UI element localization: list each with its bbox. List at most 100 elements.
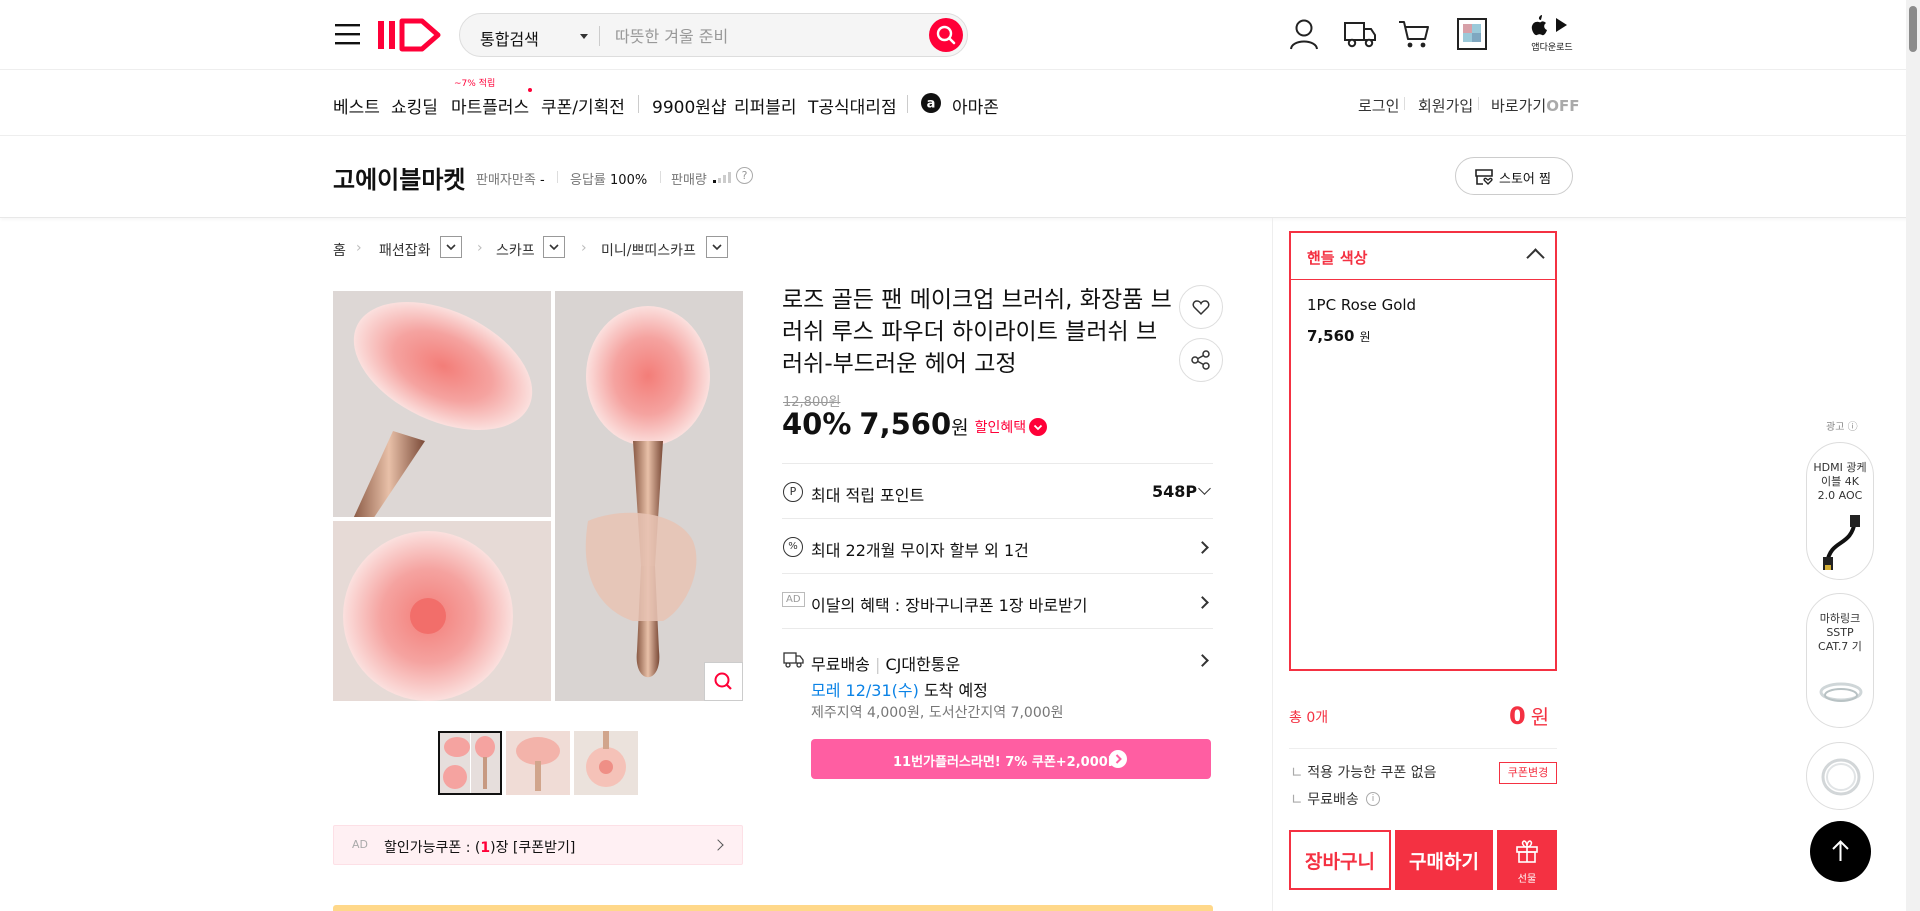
- option-item-name[interactable]: 1PC Rose Gold: [1307, 296, 1416, 314]
- scrollbar-thumb[interactable]: [1909, 6, 1917, 52]
- buy-now-button[interactable]: 구매하기: [1395, 830, 1493, 890]
- search-divider: [599, 26, 600, 46]
- point-icon: P: [783, 482, 803, 502]
- coupon-suffix: )장 [쿠폰받기]: [490, 840, 576, 856]
- free-shipping: 무료배송: [811, 655, 870, 674]
- breadcrumb-dropdown[interactable]: [706, 236, 728, 258]
- breadcrumb-scarf[interactable]: 스카프: [496, 240, 535, 260]
- cable-coil-image: [1821, 758, 1861, 796]
- search-button[interactable]: [929, 18, 963, 52]
- app-store-icon: [1531, 15, 1567, 36]
- monthly-benefit-row[interactable]: AD 이달의 혜택 : 장바구니쿠폰 1장 바로받기: [782, 573, 1213, 628]
- arrival-date: 모레 12/31(수): [811, 681, 919, 700]
- cart-icon[interactable]: [1398, 19, 1430, 49]
- signup-link[interactable]: 회원가입: [1418, 95, 1473, 116]
- side-ad-card[interactable]: [1806, 742, 1874, 810]
- new-dot-indicator: [528, 88, 532, 92]
- chevron-up-icon[interactable]: [1526, 248, 1545, 267]
- breadcrumb-home[interactable]: 홈: [333, 240, 346, 260]
- product-thumbnail[interactable]: [506, 731, 570, 795]
- breadcrumb-chevron-icon: ›: [477, 240, 483, 256]
- caret-down-icon[interactable]: [580, 34, 588, 39]
- option-header[interactable]: 핸들 색상: [1291, 233, 1555, 280]
- nav-item-refurb[interactable]: 리퍼블리: [734, 93, 797, 118]
- breadcrumb-dropdown[interactable]: [440, 236, 462, 258]
- nav-item-9900-shop[interactable]: 9900원샵: [652, 93, 727, 118]
- chevron-right-icon: [1196, 541, 1209, 554]
- side-ad-card[interactable]: HDMI 광케이블 4K 2.0 AOC: [1806, 442, 1874, 580]
- breadcrumb-mini-scarf[interactable]: 미니/쁘띠스카프: [601, 240, 696, 260]
- search-input[interactable]: [615, 24, 915, 48]
- login-link[interactable]: 로그인: [1358, 95, 1399, 116]
- price-row: 40% 7,560 원 할인혜택: [782, 404, 1048, 444]
- nav-item-amazon[interactable]: 아마존: [952, 93, 999, 118]
- point-value: 548P: [1152, 482, 1198, 501]
- panel-free-shipping: 무료배송: [1307, 792, 1359, 808]
- seller-name[interactable]: 고에이블마켓: [333, 160, 465, 195]
- help-icon[interactable]: ?: [736, 167, 753, 184]
- satisfaction-value: -: [539, 173, 545, 188]
- satisfaction-label: 판매자만족: [476, 173, 536, 188]
- sale-price: 7,560: [859, 407, 952, 441]
- wishlist-button[interactable]: [1179, 285, 1223, 329]
- svg-text:a: a: [927, 97, 936, 112]
- shortcut-toggle[interactable]: 바로가기OFF: [1491, 95, 1579, 116]
- courier: CJ대한통운: [885, 655, 961, 674]
- app-download-button[interactable]: 앱다운로드: [1527, 14, 1577, 54]
- monthly-benefit-text: 이달의 혜택 : 장바구니쿠폰 1장 바로받기: [811, 596, 1088, 615]
- shipping-row[interactable]: 무료배송 | CJ대한통운 모레 12/31(수) 도착 예정 제주지역 4,0…: [782, 628, 1213, 728]
- gift-button[interactable]: 선물: [1497, 830, 1557, 890]
- magnifier-icon: [714, 672, 732, 690]
- total-count: 총 0개: [1289, 710, 1329, 726]
- extra-shipping-fee: 제주지역 4,000원, 도서산간지역 7,000원: [811, 705, 1064, 721]
- breadcrumb-dropdown[interactable]: [543, 236, 565, 258]
- panel-divider: [1289, 748, 1557, 749]
- ad-badge: AD: [782, 592, 805, 607]
- nav-item-mart-plus[interactable]: 마트플러스: [451, 93, 529, 118]
- heart-icon: [1192, 300, 1210, 316]
- breadcrumb-fashion[interactable]: 패션잡화: [379, 240, 431, 260]
- side-ad-title: 마하링크 SSTP CAT.7 기: [1818, 612, 1862, 653]
- chevron-down-icon: [549, 244, 559, 251]
- installment-row[interactable]: % 최대 22개월 무이자 할부 외 1건: [782, 518, 1213, 573]
- add-to-cart-button[interactable]: 장바구니: [1289, 830, 1391, 890]
- store-favorite-button[interactable]: 스토어 찜: [1455, 157, 1573, 195]
- nav-item-t-official[interactable]: T공식대리점: [808, 93, 897, 118]
- scroll-to-top-button[interactable]: [1810, 821, 1871, 882]
- recent-view-icon[interactable]: [1456, 17, 1488, 51]
- product-thumbnail[interactable]: [438, 731, 502, 795]
- eleven-plus-promo-button[interactable]: 11번가플러스라면! 7% 쿠폰+2,000P: [811, 739, 1211, 779]
- share-button[interactable]: [1179, 338, 1223, 382]
- sales-level-icon: [713, 171, 733, 183]
- logo-11st[interactable]: [376, 17, 446, 53]
- discount-benefit-link[interactable]: 할인혜택: [975, 417, 1027, 437]
- side-ad-card[interactable]: 마하링크 SSTP CAT.7 기: [1806, 593, 1874, 728]
- chevron-down-icon: [446, 244, 456, 251]
- amazon-logo-icon[interactable]: a: [921, 93, 941, 113]
- zoom-button[interactable]: [704, 662, 743, 701]
- nav-item-coupon[interactable]: 쿠폰/기획전: [541, 93, 625, 118]
- nav-item-best[interactable]: 베스트: [333, 93, 380, 118]
- info-icon[interactable]: i: [1366, 792, 1380, 806]
- coupon-download-bar[interactable]: AD 할인가능쿠폰 : (1)장 [쿠폰받기]: [333, 825, 743, 865]
- product-main-image[interactable]: [333, 291, 743, 701]
- shortcut-state: OFF: [1546, 97, 1580, 115]
- delivery-truck-icon[interactable]: [1343, 19, 1377, 49]
- user-icon[interactable]: [1289, 18, 1319, 50]
- coupon-change-button[interactable]: 쿠폰변경: [1499, 762, 1557, 784]
- menu-icon[interactable]: [335, 22, 360, 46]
- page-scrollbar[interactable]: [1906, 0, 1920, 911]
- util-divider: [1404, 97, 1405, 110]
- breadcrumb-chevron-icon: ›: [356, 240, 362, 256]
- product-thumbnail[interactable]: [574, 731, 638, 795]
- meta-divider: [557, 171, 558, 183]
- gift-label: 선물: [1517, 874, 1537, 885]
- point-row[interactable]: P 최대 적립 포인트 548P: [782, 463, 1213, 518]
- chevron-down-circle-icon[interactable]: [1029, 418, 1048, 436]
- store-heart-icon: [1475, 169, 1493, 185]
- app-download-label: 앱다운로드: [1531, 43, 1573, 53]
- nav-item-shocking-deal[interactable]: 쇼킹딜: [391, 93, 438, 118]
- search-scope[interactable]: 통합검색: [480, 26, 539, 50]
- seller-satisfaction: 판매자만족 -: [476, 169, 545, 188]
- arrow-right-circle-icon: [1109, 750, 1127, 768]
